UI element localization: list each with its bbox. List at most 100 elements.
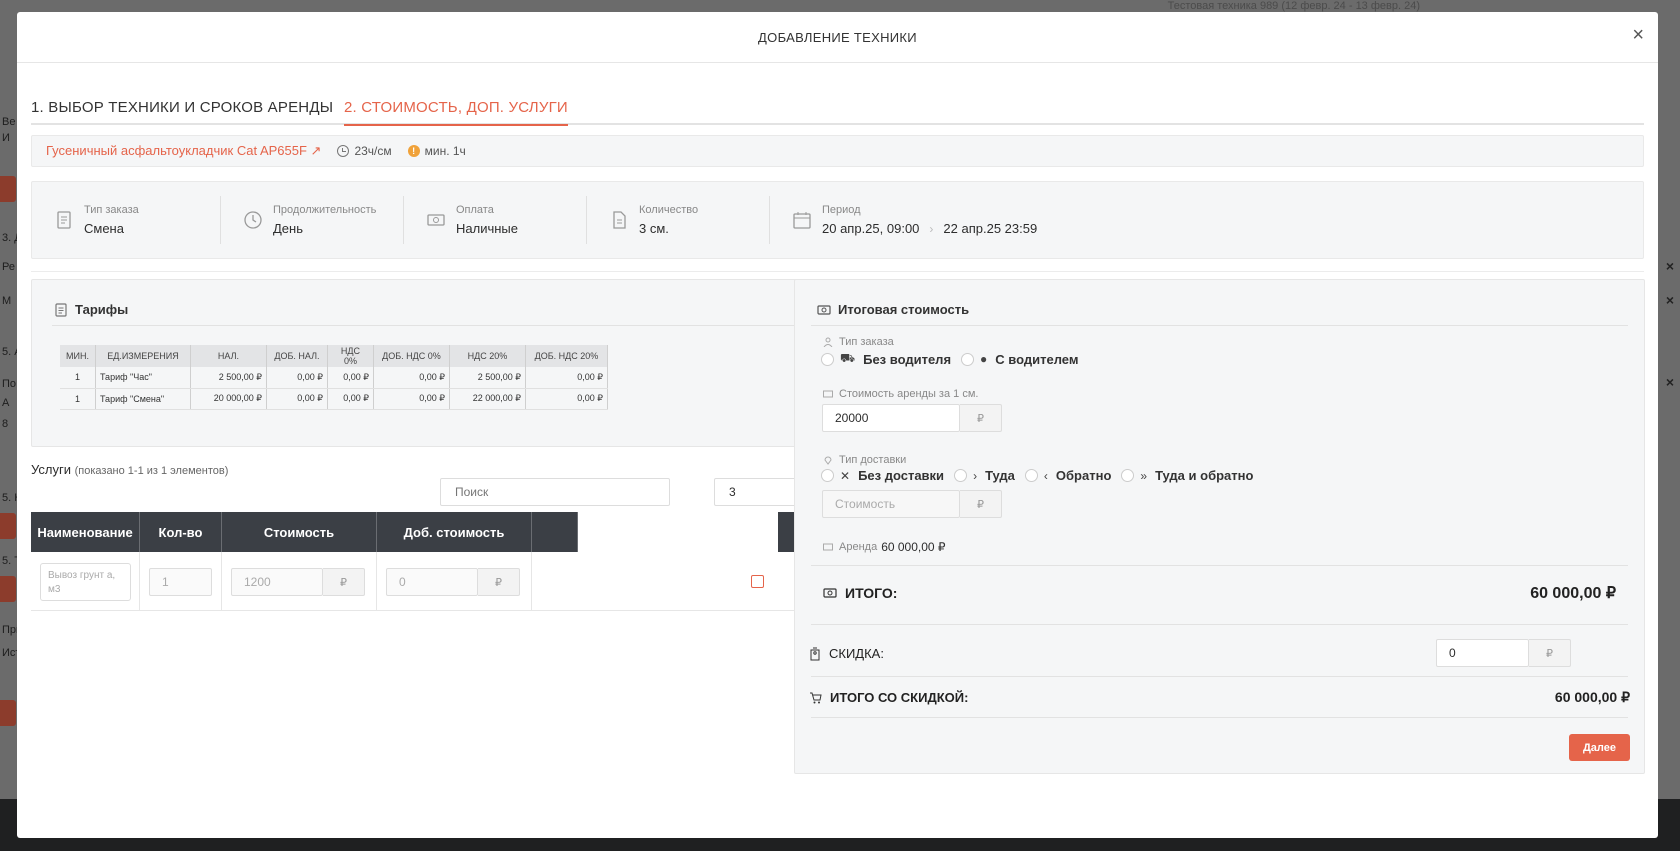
table-row: 1 Тариф "Смена" 20 000,00 ₽ 0,00 ₽ 0,00 … bbox=[60, 388, 608, 410]
services-search-input[interactable] bbox=[440, 478, 670, 506]
total-with-discount-label-text: ИТОГО СО СКИДКОЙ: bbox=[830, 690, 969, 705]
background-fragment: Ре bbox=[2, 261, 15, 273]
next-button[interactable]: Далее bbox=[1569, 734, 1630, 761]
discount-input[interactable]: 0 bbox=[1436, 639, 1529, 667]
chevron-right-icon: › bbox=[929, 221, 934, 236]
tariffs-table: МИН. ЕД.ИЗМЕРЕНИЯ НАЛ. ДОБ. НАЛ. НДС 0% … bbox=[60, 345, 608, 410]
service-name-textarea[interactable]: Вывоз грунт а, м3 bbox=[40, 563, 131, 601]
clock-icon bbox=[244, 211, 262, 229]
tab-cost-services[interactable]: 2. СТОИМОСТЬ, ДОП. УСЛУГИ bbox=[344, 99, 568, 126]
service-qty-input[interactable]: 1 bbox=[149, 568, 212, 596]
rent-summary: Аренда 60 000,00 ₽ bbox=[823, 540, 946, 554]
background-close-icon: × bbox=[1665, 258, 1674, 274]
table-cell: Тариф "Смена" bbox=[95, 388, 191, 410]
rent-value: 60 000,00 ₽ bbox=[881, 540, 946, 554]
rent-label: Аренда bbox=[839, 541, 878, 553]
machine-min: ! мин. 1ч bbox=[407, 144, 466, 158]
total-with-discount-value: 60 000,00 ₽ bbox=[1554, 689, 1630, 705]
service-extra-input[interactable]: 0 bbox=[386, 568, 478, 596]
table-cell: 0,00 ₽ bbox=[525, 367, 608, 389]
radio-no-driver[interactable]: ⛟ Без водителя bbox=[821, 351, 951, 367]
delivery-type-label-text: Тип доставки bbox=[839, 454, 907, 466]
document-icon bbox=[57, 211, 71, 229]
table-cell: 0,00 ₽ bbox=[525, 388, 608, 410]
radio-circle[interactable] bbox=[1121, 469, 1135, 482]
total-label-text: ИТОГО: bbox=[845, 585, 898, 601]
radio-delivery-to[interactable]: › Туда bbox=[954, 468, 1015, 483]
discount-label: СКИДКА: bbox=[809, 646, 884, 661]
table-cell: 0,00 ₽ bbox=[266, 388, 328, 410]
background-fragment: По bbox=[2, 378, 17, 390]
services-title-label: Услуги bbox=[31, 462, 71, 477]
info-duration: Продолжительность День bbox=[221, 196, 404, 244]
tariffs-title-label: Тарифы bbox=[75, 302, 129, 317]
user-icon: ● bbox=[980, 352, 988, 366]
services-count: (показано 1-1 из 1 элементов) bbox=[74, 465, 229, 477]
column-header: МИН. bbox=[60, 345, 96, 367]
service-extra-currency: ₽ bbox=[478, 568, 520, 596]
rent-price-input[interactable]: 20000 bbox=[822, 404, 960, 432]
money-icon bbox=[823, 543, 833, 551]
column-header-name: Наименование bbox=[31, 512, 140, 552]
machine-link[interactable]: Гусеничный асфальтоукладчик Cat AP655F ↗ bbox=[46, 143, 321, 159]
table-cell: 0,00 ₽ bbox=[373, 388, 450, 410]
table-cell: Тариф "Час" bbox=[95, 367, 191, 389]
radio-label: С водителем bbox=[995, 351, 1079, 367]
order-type-label-text: Тип заказа bbox=[839, 336, 894, 348]
radio-delivery-back[interactable]: ‹ Обратно bbox=[1024, 468, 1112, 483]
table-row: 1 Тариф "Час" 2 500,00 ₽ 0,00 ₽ 0,00 ₽ 0… bbox=[60, 367, 608, 389]
background-fragment: И bbox=[2, 132, 10, 144]
warning-icon: ! bbox=[407, 145, 420, 157]
table-header-row: МИН. ЕД.ИЗМЕРЕНИЯ НАЛ. ДОБ. НАЛ. НДС 0% … bbox=[60, 345, 608, 367]
info-label: Продолжительность bbox=[273, 204, 377, 216]
money-icon bbox=[823, 588, 837, 598]
info-value: Наличные bbox=[456, 221, 518, 236]
info-label: Количество bbox=[639, 204, 699, 216]
money-icon bbox=[817, 304, 831, 315]
service-select-checkbox[interactable] bbox=[751, 575, 764, 588]
machine-min-value: мин. 1ч bbox=[424, 144, 466, 158]
period-to: 22 апр.25 23:59 bbox=[943, 221, 1038, 236]
clock-icon bbox=[337, 145, 350, 157]
total-with-discount-label: ИТОГО СО СКИДКОЙ: bbox=[809, 690, 968, 705]
period-range: 20 апр.25, 09:00 › 22 апр.25 23:59 bbox=[822, 221, 1037, 236]
card-divider bbox=[811, 717, 1628, 718]
background-calendar-text: Тестовая техника 989 (12 февр. 24 - 13 ф… bbox=[1167, 0, 1420, 12]
radio-circle[interactable] bbox=[1024, 469, 1038, 482]
column-header: ДОБ. НДС 0% bbox=[373, 345, 450, 367]
delivery-cost-input[interactable]: Стоимость bbox=[822, 490, 960, 518]
radio-circle[interactable] bbox=[961, 352, 975, 366]
column-header: НДС 20% bbox=[449, 345, 526, 367]
order-info-bar: Тип заказа Смена Продолжительность День Оп… bbox=[31, 181, 1644, 259]
card-divider bbox=[52, 325, 810, 326]
close-icon[interactable]: × bbox=[1632, 24, 1644, 47]
tab-machine-selection[interactable]: 1. ВЫБОР ТЕХНИКИ И СРОКОВ АРЕНДЫ bbox=[31, 99, 333, 124]
cart-icon bbox=[810, 692, 822, 704]
period-from: 20 апр.25, 09:00 bbox=[822, 221, 920, 236]
info-value: Смена bbox=[84, 221, 124, 236]
info-label: Период bbox=[822, 204, 861, 216]
tariffs-card: Тарифы МИН. ЕД.ИЗМЕРЕНИЯ НАЛ. ДОБ. НАЛ. … bbox=[31, 279, 825, 447]
radio-label: Обратно bbox=[1055, 468, 1112, 483]
radio-circle[interactable] bbox=[821, 469, 834, 482]
service-price-input[interactable]: 1200 bbox=[231, 568, 323, 596]
info-period: Период 20 апр.25, 09:00 › 22 апр.25 23:5… bbox=[770, 196, 1090, 244]
radio-no-delivery[interactable]: ✕ Без доставки bbox=[821, 468, 944, 483]
info-value: 3 см. bbox=[639, 221, 669, 236]
table-cell: 2 500,00 ₽ bbox=[449, 367, 526, 389]
total-label: ИТОГО: bbox=[823, 585, 897, 601]
radio-circle[interactable] bbox=[821, 352, 834, 366]
background-fragment: 8 bbox=[2, 418, 9, 430]
rent-price-label: Стоимость аренды за 1 см. bbox=[823, 388, 978, 400]
rent-price-label-text: Стоимость аренды за 1 см. bbox=[839, 388, 979, 400]
column-header: НАЛ. bbox=[190, 345, 267, 367]
radio-with-driver[interactable]: ● С водителем bbox=[961, 352, 1078, 367]
column-header-qty: Кол-во bbox=[140, 512, 222, 552]
total-value: 60 000,00 ₽ bbox=[1530, 585, 1616, 602]
card-divider bbox=[811, 565, 1628, 566]
radio-delivery-both[interactable]: » Туда и обратно bbox=[1121, 468, 1253, 483]
radio-circle[interactable] bbox=[954, 469, 968, 482]
step-tabs: 1. ВЫБОР ТЕХНИКИ И СРОКОВ АРЕНДЫ 2. СТОИ… bbox=[31, 85, 1644, 126]
radio-label: Без водителя bbox=[863, 351, 952, 367]
background-button bbox=[0, 513, 16, 539]
